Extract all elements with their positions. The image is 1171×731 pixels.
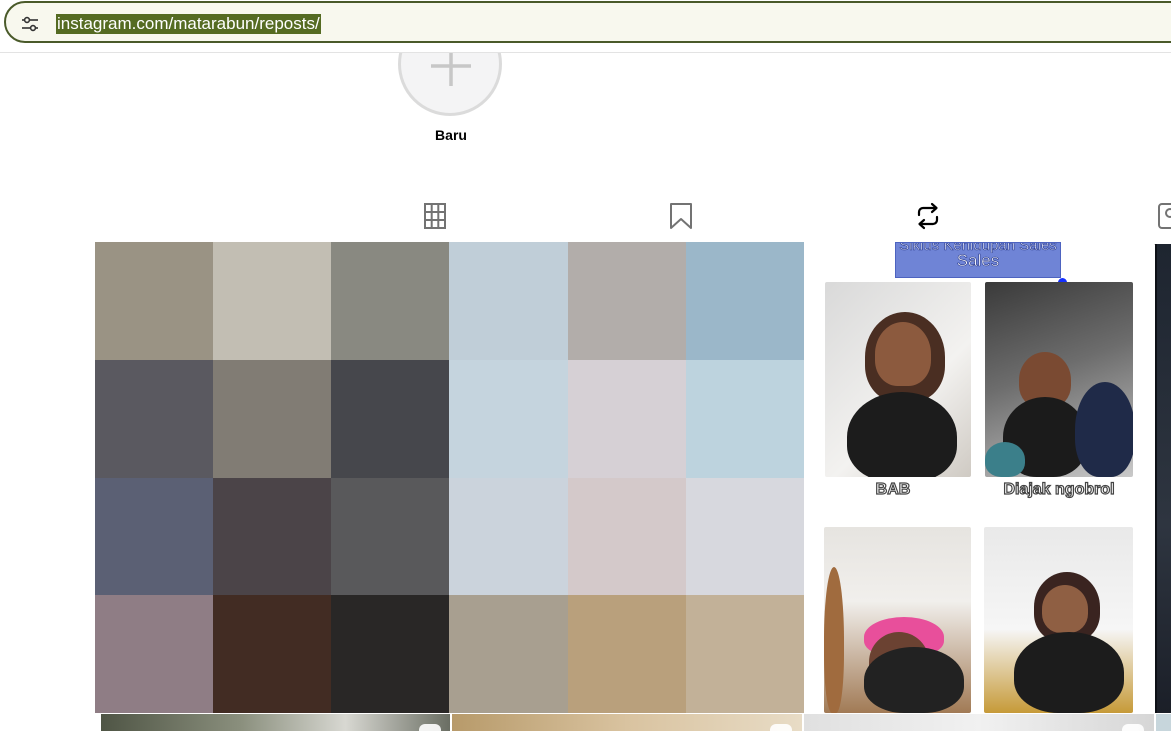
- repost-tile-row2[interactable]: [804, 714, 1154, 731]
- thumbnail-caption: BAB: [875, 480, 911, 498]
- thumbnail-photo: [824, 527, 971, 713]
- pixel-block: [213, 242, 332, 360]
- new-highlight-label: Baru: [435, 127, 467, 143]
- pixel-block: [331, 242, 450, 360]
- pixel-block: [331, 595, 450, 713]
- tune-icon[interactable]: [20, 14, 40, 34]
- tab-reposts[interactable]: [913, 201, 943, 231]
- repost-tile-row2-partial[interactable]: [1156, 714, 1171, 731]
- pixel-block: [95, 595, 214, 713]
- browser-address-bar: instagram.com/matarabun/reposts/: [0, 0, 1171, 53]
- pixel-block: [567, 359, 686, 478]
- pixel-block: [685, 477, 804, 596]
- pixel-block: [449, 595, 568, 713]
- pixel-block: [449, 359, 568, 478]
- tagged-icon: [1158, 203, 1171, 229]
- pixel-block: [685, 359, 804, 478]
- tab-saved[interactable]: [666, 201, 696, 231]
- pixel-block: [567, 242, 686, 360]
- tab-tagged[interactable]: [1155, 201, 1171, 231]
- pixel-block: [213, 477, 332, 596]
- pixel-block: [567, 477, 686, 596]
- thumbnail-photo: [825, 282, 971, 477]
- repost-tile-sales[interactable]: Siklus Kehidupan Sales Sales BAB Diajak …: [804, 242, 1154, 713]
- pixel-block: [685, 595, 804, 713]
- repost-tile-partial[interactable]: [1155, 244, 1171, 713]
- pixel-block: [567, 595, 686, 713]
- pixel-block: [213, 595, 332, 713]
- url-text[interactable]: instagram.com/matarabun/reposts/: [56, 14, 321, 34]
- pixel-block: [213, 359, 332, 478]
- repost-tile-pixelated[interactable]: [95, 242, 804, 713]
- pixel-block: [95, 242, 214, 360]
- grid-icon: [424, 203, 446, 229]
- pixel-block: [95, 477, 214, 596]
- pixel-block: [331, 477, 450, 596]
- url-box[interactable]: instagram.com/matarabun/reposts/: [4, 1, 1171, 43]
- tab-posts[interactable]: [420, 201, 450, 231]
- repost-tile-row2[interactable]: [452, 714, 802, 731]
- pixel-block: [449, 242, 568, 360]
- bookmark-icon: [670, 203, 692, 229]
- pixel-block: [331, 359, 450, 478]
- repost-tile-row2[interactable]: [101, 714, 450, 731]
- thumbnail-photo: [984, 527, 1133, 713]
- repost-icon: [917, 202, 939, 230]
- thumbnail-banner: Siklus Kehidupan Sales Sales: [895, 242, 1061, 278]
- thumbnail-caption: Diajak ngobrol: [1003, 480, 1115, 498]
- pixel-block: [685, 242, 804, 360]
- pixel-block: [95, 359, 214, 478]
- thumbnail-photo: [985, 282, 1133, 477]
- pixel-block: [449, 477, 568, 596]
